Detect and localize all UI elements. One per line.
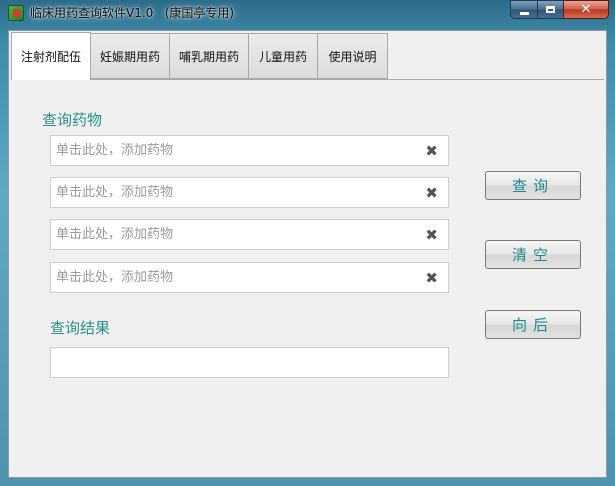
- tab-panel-border: [11, 79, 604, 80]
- tab-injection-compatibility[interactable]: 注射剂配伍: [11, 32, 91, 80]
- clear-x-icon[interactable]: ✖: [425, 226, 438, 244]
- drug-input-4[interactable]: ✖: [50, 262, 449, 293]
- drug-field-2[interactable]: [54, 178, 418, 207]
- drug-input-3[interactable]: ✖: [50, 219, 449, 250]
- tab-lactation[interactable]: 哺乳期用药: [170, 33, 249, 79]
- close-button[interactable]: ✕: [563, 0, 609, 19]
- maximize-icon: [546, 6, 555, 13]
- tab-pediatric[interactable]: 儿童用药: [249, 33, 318, 79]
- drug-field-1[interactable]: [54, 136, 418, 165]
- result-box[interactable]: [50, 347, 449, 378]
- client-area: 注射剂配伍 妊娠期用药 哺乳期用药 儿童用药 使用说明 查询药物 ✖ ✖ ✖ ✖…: [8, 30, 607, 478]
- minimize-button[interactable]: [510, 0, 537, 19]
- close-icon: ✕: [580, 2, 592, 17]
- tab-bar: 注射剂配伍 妊娠期用药 哺乳期用药 儿童用药 使用说明: [11, 32, 388, 80]
- drug-field-3[interactable]: [54, 220, 418, 249]
- caption-buttons: ✕: [510, 0, 609, 20]
- drug-field-4[interactable]: [54, 263, 418, 292]
- query-drugs-label: 查询药物: [42, 111, 103, 129]
- clear-x-icon[interactable]: ✖: [425, 142, 438, 160]
- drug-input-2[interactable]: ✖: [50, 177, 449, 208]
- tab-pregnancy[interactable]: 妊娠期用药: [91, 33, 170, 79]
- clear-all-button[interactable]: 清空: [485, 240, 581, 269]
- minimize-icon: [519, 11, 529, 15]
- title-bar[interactable]: 临床用药查询软件V1.0 (康国亭专用) ✕: [0, 0, 615, 26]
- clear-x-icon[interactable]: ✖: [425, 184, 438, 202]
- app-window: 临床用药查询软件V1.0 (康国亭专用) ✕ 注射剂配伍 妊娠期用药 哺乳期用药…: [0, 0, 615, 486]
- window-title: 临床用药查询软件V1.0 (康国亭专用): [30, 6, 235, 20]
- query-result-label: 查询结果: [50, 319, 111, 337]
- clear-x-icon[interactable]: ✖: [425, 269, 438, 287]
- maximize-button[interactable]: [537, 0, 563, 19]
- query-button[interactable]: 查询: [485, 171, 581, 200]
- back-button[interactable]: 向后: [485, 310, 581, 339]
- drug-input-1[interactable]: ✖: [50, 135, 449, 166]
- app-icon: [8, 5, 24, 21]
- tab-instructions[interactable]: 使用说明: [318, 33, 388, 79]
